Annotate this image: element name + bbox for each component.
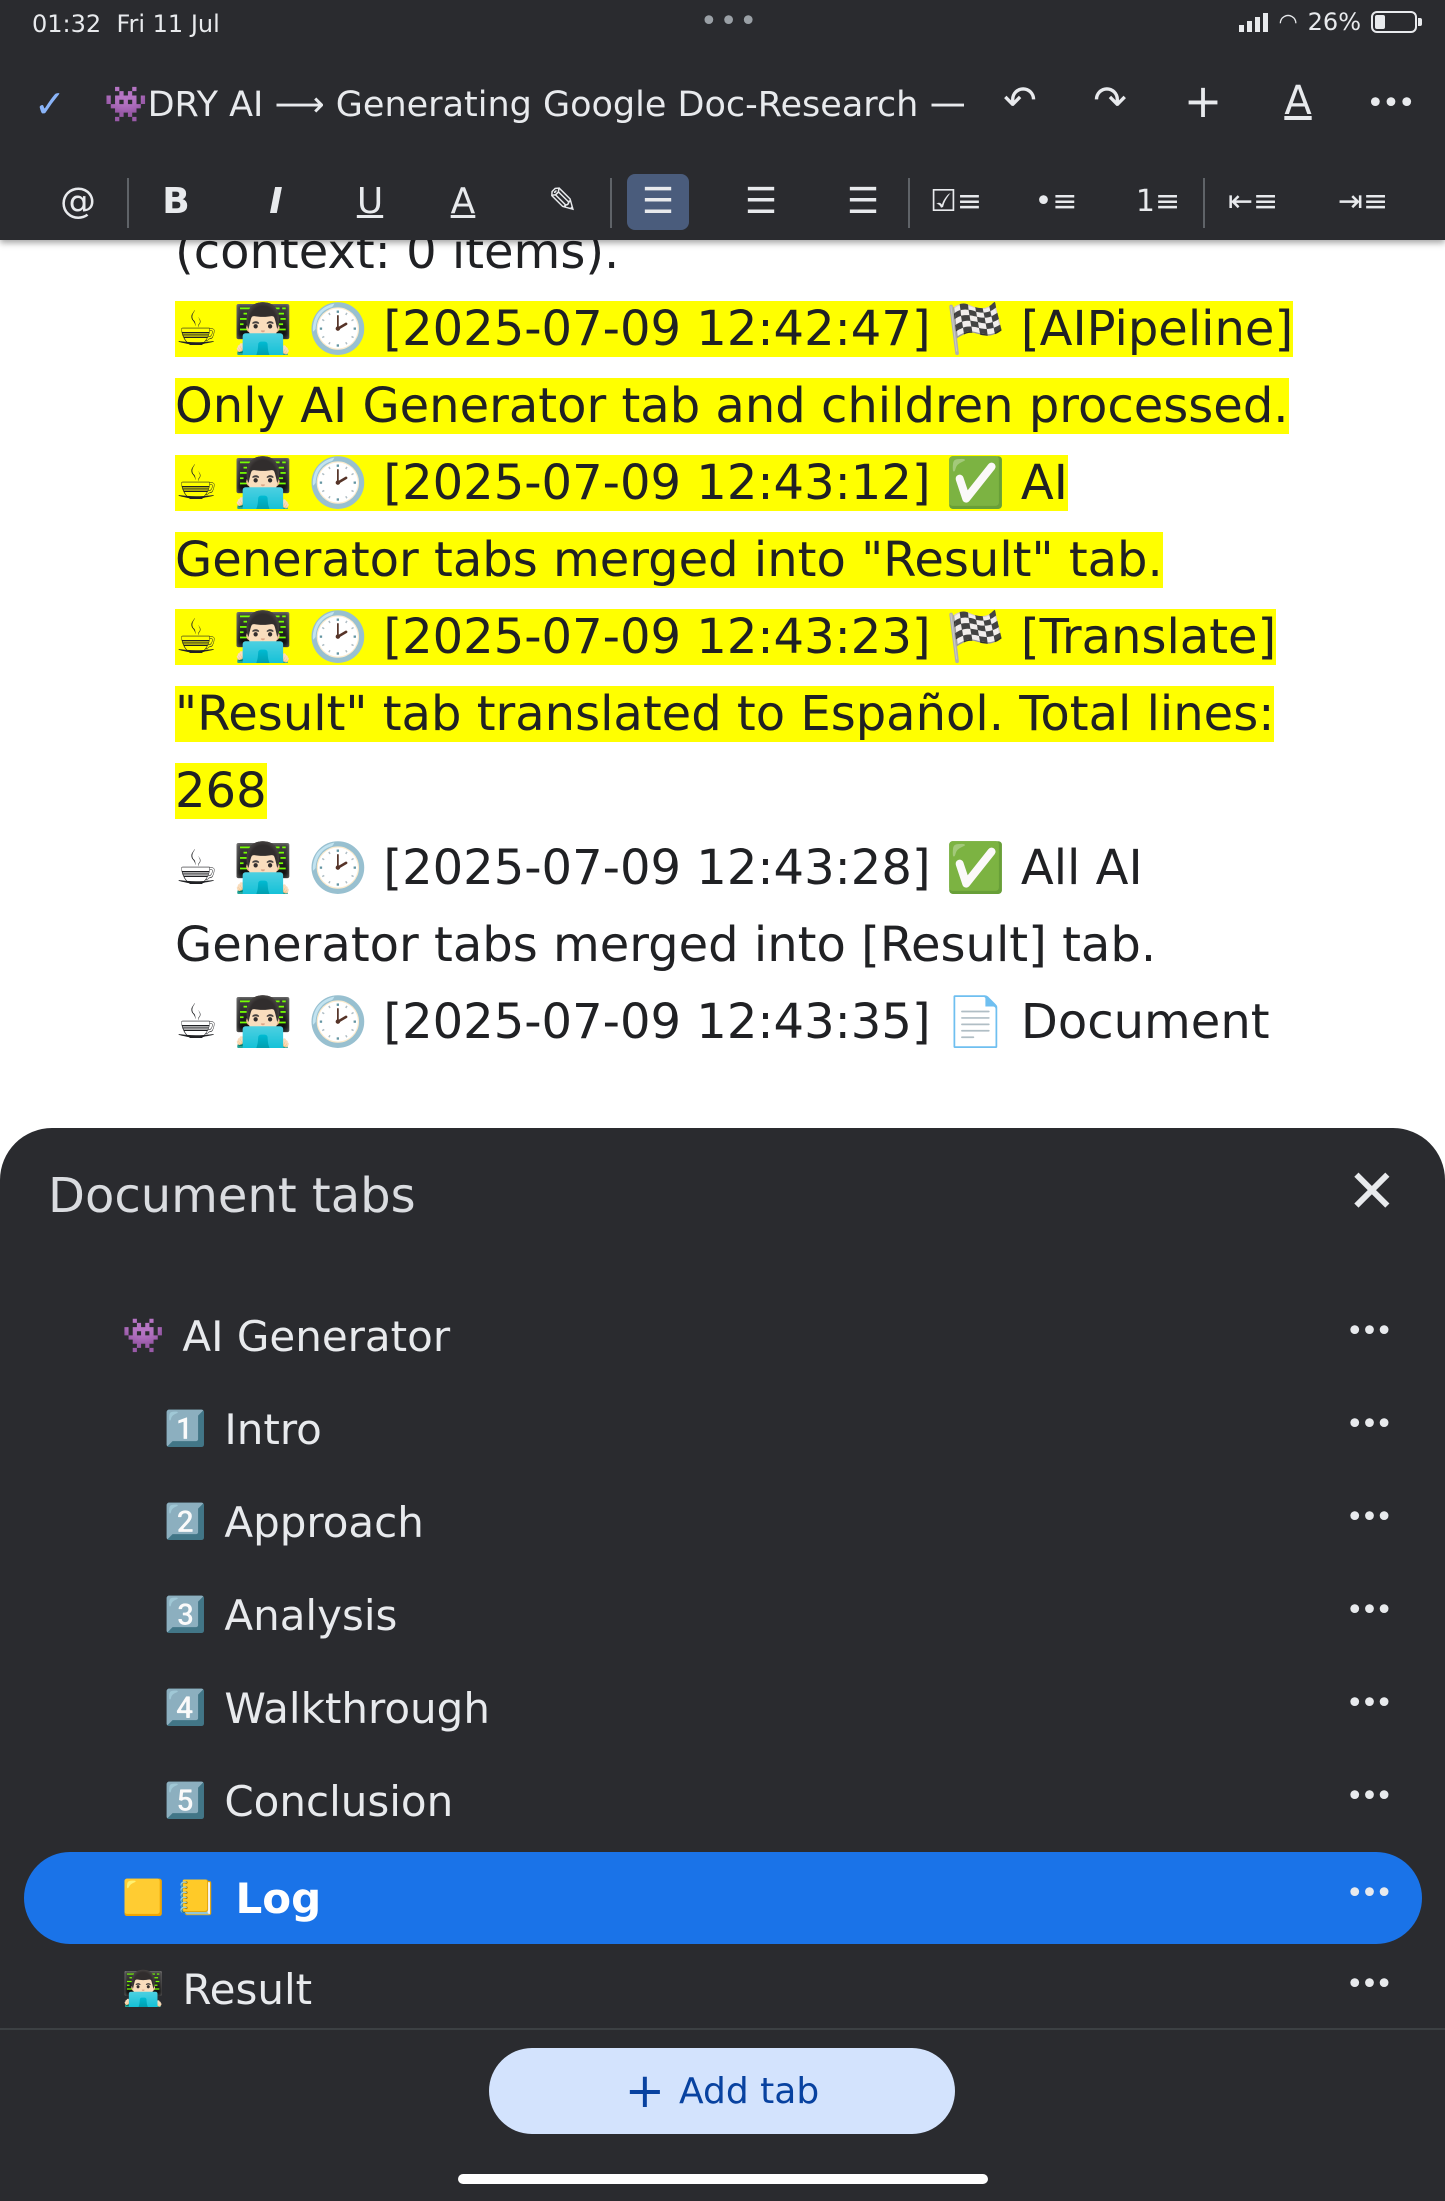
tab-approach[interactable]: 2️⃣ Approach •••: [24, 1476, 1422, 1568]
text-format-icon[interactable]: A: [1268, 78, 1328, 124]
divider: [127, 178, 129, 228]
tab-label: Result: [182, 1964, 313, 2014]
status-time: 01:32 Fri 11 Jul: [32, 10, 220, 38]
align-center-icon[interactable]: ☰: [730, 174, 792, 230]
tab-more-icon[interactable]: •••: [1346, 1779, 1393, 1814]
add-tab-button[interactable]: + Add tab: [489, 2048, 955, 2134]
tab-analysis[interactable]: 3️⃣ Analysis •••: [24, 1569, 1422, 1661]
mention-button[interactable]: @: [47, 174, 109, 230]
tab-walkthrough[interactable]: 4️⃣ Walkthrough •••: [24, 1662, 1422, 1754]
tab-result[interactable]: 👨🏻‍💻 Result •••: [24, 1943, 1422, 2035]
divider: [908, 178, 910, 228]
divider: [1203, 178, 1205, 228]
wifi-icon: ◠: [1278, 9, 1298, 35]
top-toolbar: 01:32 Fri 11 Jul ••• ◠ 26% ✓ 👾DRY AI ⟶ G…: [0, 0, 1445, 240]
text-color-button[interactable]: A: [432, 174, 494, 230]
underline-button[interactable]: U: [339, 174, 401, 230]
tab-more-icon[interactable]: •••: [1346, 1500, 1393, 1535]
document-tabs-panel: Document tabs ✕ 👾 AI Generator ••• 1️⃣ I…: [0, 1128, 1445, 2201]
log-entry: ☕ 👨🏻‍💻 🕑 [2025-07-09 12:42:47] 🏁 [AIPipe…: [175, 301, 1294, 434]
panel-title: Document tabs: [48, 1168, 416, 1224]
log-entry: ☕ 👨🏻‍💻 🕑 [2025-07-09 12:43:35] 📄 Documen…: [175, 994, 1270, 1050]
highlight-pen-icon[interactable]: ✎: [532, 174, 594, 230]
add-tab-label: Add tab: [679, 2070, 820, 2112]
tab-emoji-icon: 5️⃣: [164, 1781, 207, 1821]
tab-emoji-icon: 4️⃣: [164, 1688, 207, 1728]
more-icon[interactable]: •••: [1360, 86, 1420, 121]
document-body[interactable]: (context: 0 items). ☕ 👨🏻‍💻 🕑 [2025-07-09…: [175, 240, 1295, 1061]
document-title[interactable]: 👾DRY AI ⟶ Generating Google Doc-Research…: [104, 84, 964, 125]
document-canvas[interactable]: (context: 0 items). ☕ 👨🏻‍💻 🕑 [2025-07-09…: [0, 240, 1445, 1120]
italic-button[interactable]: I: [245, 174, 307, 230]
home-indicator[interactable]: [458, 2174, 988, 2184]
plus-icon[interactable]: +: [1173, 74, 1233, 128]
tab-more-icon[interactable]: •••: [1346, 1876, 1393, 1911]
multitasking-dots-icon[interactable]: •••: [700, 4, 759, 39]
tab-more-icon[interactable]: •••: [1346, 1593, 1393, 1628]
document-text-line: (context: 0 items).: [175, 240, 620, 280]
done-check-icon[interactable]: ✓: [34, 82, 66, 126]
tab-log[interactable]: 🟨 📒 Log •••: [24, 1852, 1422, 1944]
tab-more-icon[interactable]: •••: [1346, 1407, 1393, 1442]
battery-percent: 26%: [1307, 8, 1361, 36]
close-icon[interactable]: ✕: [1347, 1162, 1397, 1222]
undo-icon[interactable]: ↶: [990, 78, 1050, 124]
tab-label: Conclusion: [224, 1776, 454, 1826]
tab-more-icon[interactable]: •••: [1346, 1314, 1393, 1349]
tab-emoji-icon: 👾: [122, 1316, 165, 1356]
checklist-icon[interactable]: ☑≡: [925, 174, 987, 230]
tab-label: Approach: [224, 1497, 424, 1547]
tab-conclusion[interactable]: 5️⃣ Conclusion •••: [24, 1755, 1422, 1847]
battery-icon: [1371, 11, 1422, 33]
tab-emoji-icon: 1️⃣: [164, 1409, 207, 1449]
increase-indent-icon[interactable]: ⇥≡: [1332, 174, 1394, 230]
tab-emoji-icon: 🟨 📒: [122, 1878, 218, 1918]
divider: [0, 2028, 1445, 2030]
bold-button[interactable]: B: [145, 174, 207, 230]
tab-label: Log: [235, 1873, 322, 1923]
tab-label: Walkthrough: [224, 1683, 490, 1733]
redo-icon[interactable]: ↷: [1080, 78, 1140, 124]
tab-more-icon[interactable]: •••: [1346, 1967, 1393, 2002]
decrease-indent-icon[interactable]: ⇤≡: [1222, 174, 1284, 230]
tab-more-icon[interactable]: •••: [1346, 1686, 1393, 1721]
log-entry: ☕ 👨🏻‍💻 🕑 [2025-07-09 12:43:23] 🏁 [Transl…: [175, 609, 1277, 819]
log-entry: ☕ 👨🏻‍💻 🕑 [2025-07-09 12:43:28] ✅ All AI …: [175, 840, 1157, 973]
tab-emoji-icon: 3️⃣: [164, 1595, 207, 1635]
numbered-list-icon[interactable]: 1≡: [1127, 174, 1189, 230]
tab-label: Intro: [224, 1404, 322, 1454]
tab-ai-generator[interactable]: 👾 AI Generator •••: [24, 1290, 1422, 1382]
tab-label: AI Generator: [182, 1311, 451, 1361]
tab-intro[interactable]: 1️⃣ Intro •••: [24, 1383, 1422, 1475]
log-entry: ☕ 👨🏻‍💻 🕑 [2025-07-09 12:43:12] ✅ AI Gene…: [175, 455, 1163, 588]
status-indicators: ◠ 26%: [1239, 8, 1422, 36]
tab-emoji-icon: 2️⃣: [164, 1502, 207, 1542]
bulleted-list-icon[interactable]: •≡: [1025, 174, 1087, 230]
plus-icon: +: [624, 2063, 666, 2119]
align-left-icon[interactable]: ☰: [627, 174, 689, 230]
align-right-icon[interactable]: ☰: [832, 174, 894, 230]
divider: [610, 178, 612, 228]
tab-emoji-icon: 👨🏻‍💻: [122, 1969, 165, 2009]
signal-icon: [1239, 12, 1269, 32]
tab-label: Analysis: [224, 1590, 398, 1640]
